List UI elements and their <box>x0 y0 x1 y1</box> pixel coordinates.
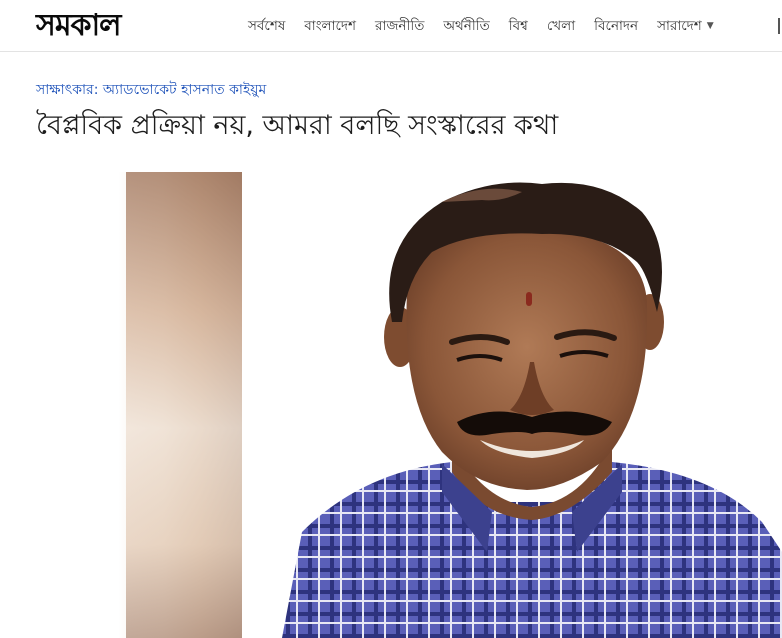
nav-item-bangladesh[interactable]: বাংলাদেশ <box>304 15 356 38</box>
site-header: সমকাল সর্বশেষ বাংলাদেশ রাজনীতি অর্থনীতি … <box>0 0 782 52</box>
article-headline: বৈপ্লবিক প্রক্রিয়া নয়, আমরা বলছি সংস্ক… <box>36 110 559 141</box>
main-nav: সর্বশেষ বাংলাদেশ রাজনীতি অর্থনীতি বিশ্ব … <box>248 0 733 52</box>
site-logo[interactable]: সমকাল <box>36 6 122 46</box>
nav-overflow-edge <box>778 18 782 34</box>
nav-item-entertainment[interactable]: বিনোদন <box>594 15 638 38</box>
nav-item-sports[interactable]: খেলা <box>547 15 575 38</box>
nav-item-country-label: সারাদেশ <box>657 17 702 34</box>
caret-down-icon: ▼ <box>706 21 714 31</box>
article-kicker[interactable]: সাক্ষাৎকার: অ্যাডভোকেট হাসনাত কাইয়ুম <box>36 78 266 102</box>
nav-item-politics[interactable]: রাজনীতি <box>375 15 424 38</box>
article-lead-photo <box>36 172 782 638</box>
nav-item-world[interactable]: বিশ্ব <box>509 15 528 38</box>
nav-item-country[interactable]: সারাদেশ ▼ <box>657 15 714 38</box>
portrait-image <box>282 182 782 638</box>
nav-item-latest[interactable]: সর্বশেষ <box>248 15 285 38</box>
nav-item-economy[interactable]: অর্থনীতি <box>443 15 489 38</box>
photo-blurred-edge <box>36 172 242 638</box>
